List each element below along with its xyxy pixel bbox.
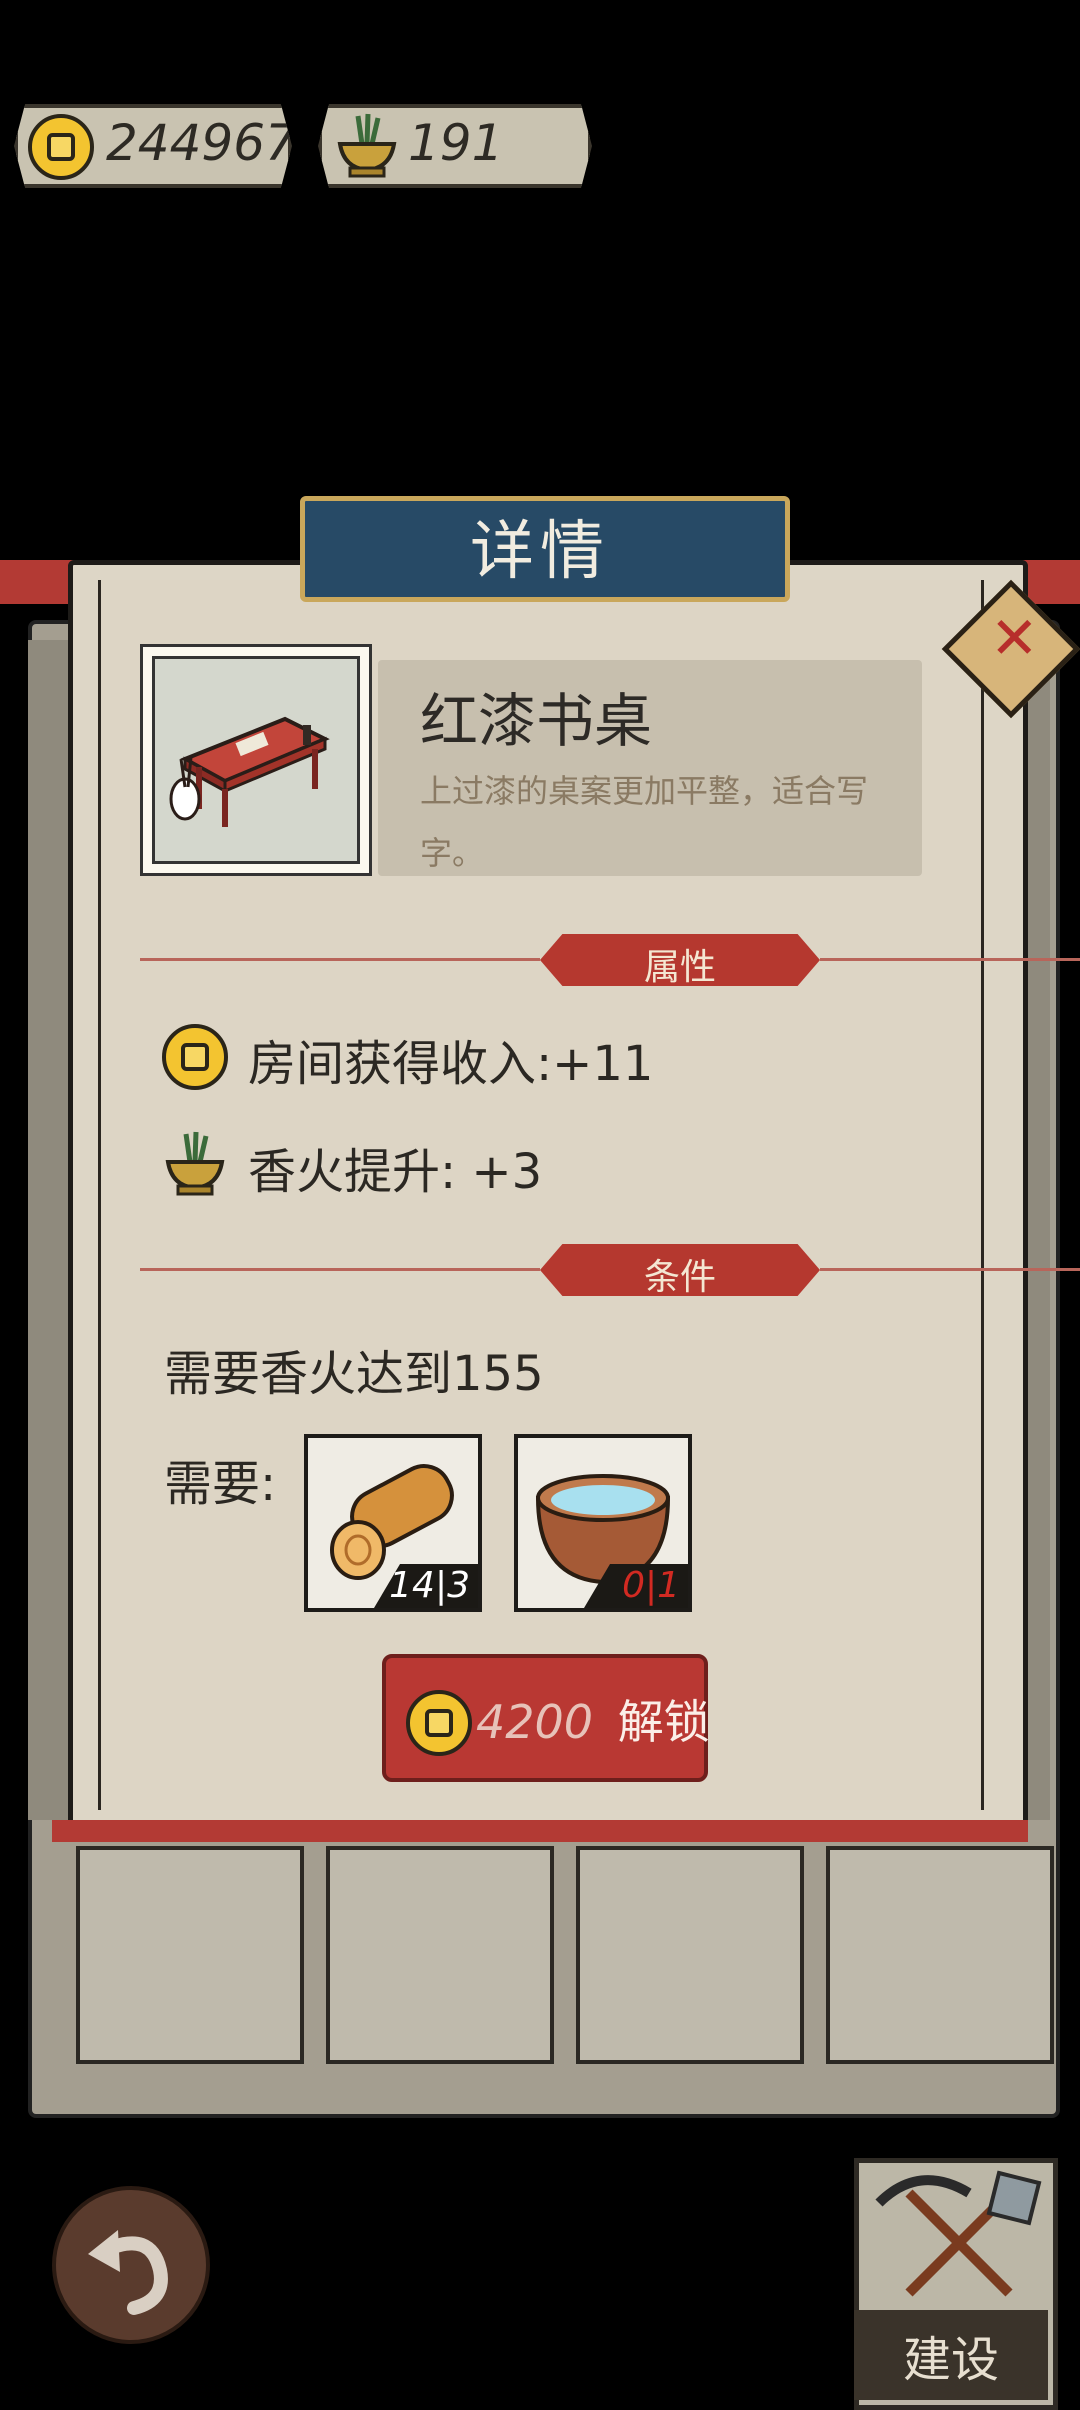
- unlock-price[interactable]: 4200 解锁: [476, 1686, 710, 1752]
- build-label[interactable]: 建设: [854, 2320, 1048, 2390]
- incense-counter: 191: [318, 104, 592, 188]
- incense-burner-icon: [165, 1131, 225, 1196]
- dialog-bottom-bar: [52, 1820, 1028, 1842]
- incense-boost-attribute: 香火提升: +3: [248, 1144, 543, 1200]
- coin-icon: [28, 114, 94, 180]
- shelf-card-4[interactable]: [826, 1846, 1054, 2064]
- coin-icon: [406, 1690, 472, 1756]
- attributes-header: 属性: [140, 934, 1080, 988]
- coin-counter: 244967: [14, 104, 292, 188]
- incense-burner-icon: [337, 113, 397, 178]
- item-image: [152, 656, 360, 864]
- income-attribute: 房间获得收入:+11: [248, 1036, 654, 1092]
- back-button[interactable]: [52, 2186, 210, 2344]
- shelf-card-2[interactable]: [326, 1846, 554, 2064]
- close-x-icon[interactable]: ✕: [990, 604, 1039, 672]
- unlock-price-value: 4200: [476, 1695, 594, 1749]
- shelf-card-3[interactable]: [576, 1846, 804, 2064]
- side-strip-left: [28, 640, 68, 1820]
- incense-requirement: 需要香火达到155: [164, 1346, 544, 1402]
- conditions-header: 条件: [140, 1244, 1080, 1298]
- red-lacquer-desk-icon: [169, 716, 330, 827]
- material-slot-wood[interactable]: 14|3: [304, 1434, 482, 1612]
- coin-value: 244967: [106, 114, 297, 172]
- shelf-card-1[interactable]: [76, 1846, 304, 2064]
- coin-icon: [162, 1024, 228, 1090]
- item-description: 上过漆的桌案更加平整，适合写字。: [420, 772, 869, 872]
- undo-arrow-icon: [88, 2230, 168, 2315]
- unlock-label: 解锁: [617, 1695, 710, 1749]
- needs-label: 需要:: [164, 1456, 277, 1512]
- dialog-title: 详情: [470, 515, 610, 589]
- material-slot-water[interactable]: 0|1: [514, 1434, 692, 1612]
- item-name: 红漆书桌: [420, 687, 653, 755]
- incense-value: 191: [408, 114, 504, 172]
- pickaxe-shovel-icon: [875, 2170, 1042, 2297]
